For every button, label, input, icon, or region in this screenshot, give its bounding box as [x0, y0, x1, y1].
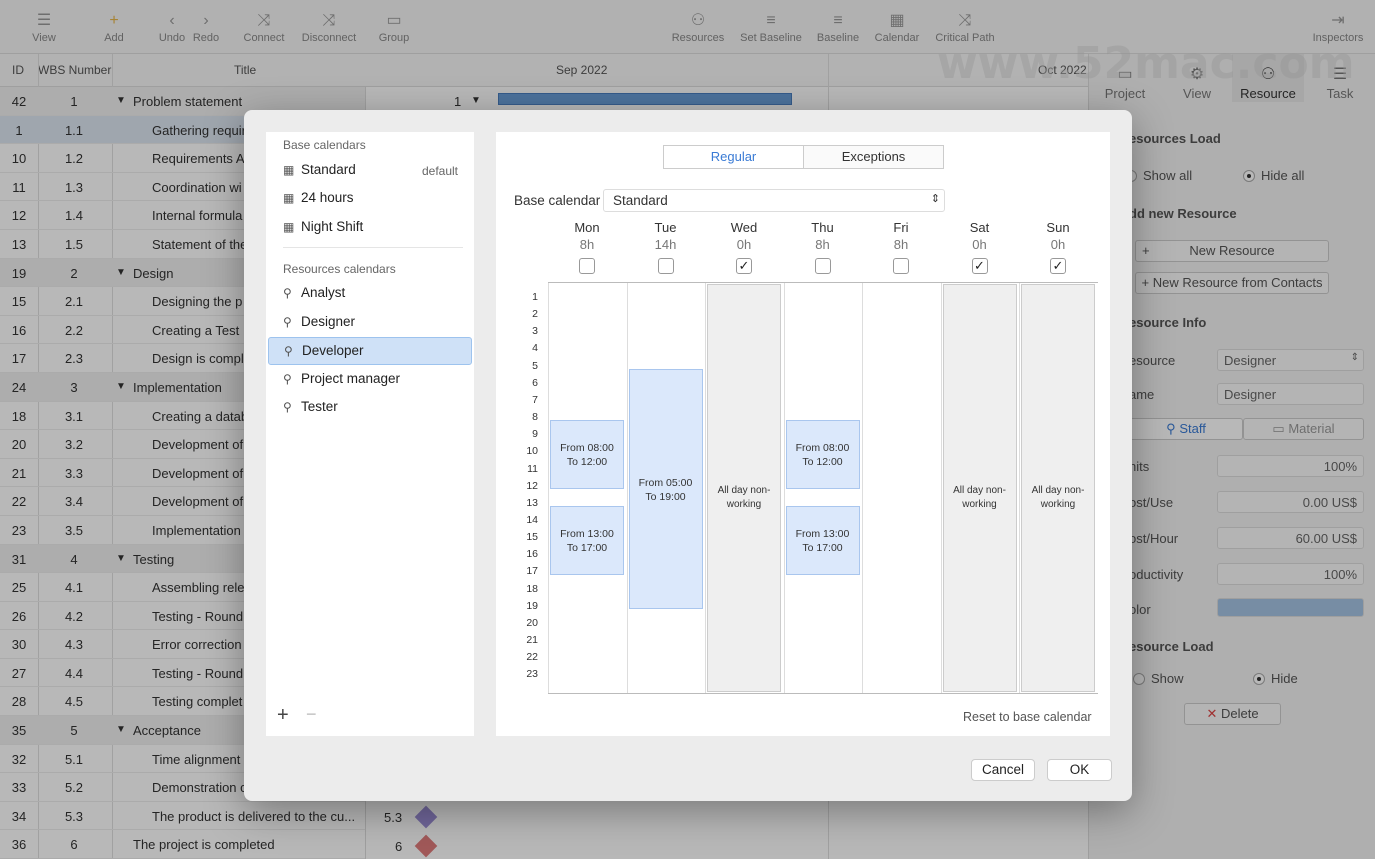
base-calendars-heading: Base calendars: [283, 138, 366, 152]
working-time-block[interactable]: From 05:00 To 19:00: [628, 368, 703, 609]
day-hours: 0h: [736, 237, 752, 252]
calendar-icon: ▦: [283, 220, 295, 234]
hour-label: 5: [532, 359, 538, 372]
hour-label: 7: [532, 393, 538, 406]
calendar-item-analyst[interactable]: ⚲ Analyst: [268, 280, 472, 308]
hour-label: 8: [532, 411, 538, 424]
working-time-block[interactable]: From 08:00 To 12:00: [785, 420, 860, 489]
calendar-icon: ▦: [283, 163, 295, 177]
hour-label: 19: [526, 599, 538, 612]
day-header-sat: Sat 0h: [941, 220, 1019, 252]
nonworking-checkbox[interactable]: ✓: [971, 258, 988, 274]
hour-label: 10: [526, 445, 538, 458]
calendar-item-night-shift[interactable]: ▦ Night Shift: [268, 214, 472, 242]
cancel-button[interactable]: Cancel: [971, 759, 1035, 781]
watermark: www.52mac.com: [937, 38, 1355, 89]
hour-label: 14: [526, 513, 538, 526]
hour-label: 9: [532, 428, 538, 441]
day-hours: 8h: [579, 237, 595, 252]
reset-to-base-calendar-button[interactable]: Reset to base calendar: [963, 710, 1092, 724]
day-hours: 8h: [893, 237, 909, 252]
day-header-fri: Fri 8h: [862, 220, 940, 252]
day-header-thu: Thu 8h: [784, 220, 862, 252]
nonworking-checkbox[interactable]: [814, 258, 831, 274]
hour-label: 16: [526, 548, 538, 561]
nonworking-day-block[interactable]: All day non-working: [1021, 284, 1095, 692]
nonworking-checkbox[interactable]: ✓: [1050, 258, 1066, 274]
hour-label: 15: [526, 531, 538, 544]
working-time-block[interactable]: From 13:00 To 17:00: [785, 505, 860, 575]
day-name: Sat: [969, 220, 990, 235]
calendar-item-standard[interactable]: ▦ Standard default: [268, 157, 472, 185]
resources-calendars-heading: Resources calendars: [283, 262, 396, 276]
hour-label: 22: [526, 651, 538, 664]
base-calendar-label: Base calendar: [514, 193, 601, 208]
nonworking-checkbox[interactable]: [893, 258, 909, 274]
nonworking-day-block[interactable]: All day non-working: [707, 284, 781, 692]
hour-label: 23: [526, 668, 538, 681]
hour-label: 6: [532, 376, 538, 389]
day-header-wed: Wed 0h: [705, 220, 783, 252]
day-column[interactable]: [862, 283, 941, 693]
hour-label: 20: [526, 616, 538, 629]
nonworking-checkbox[interactable]: [657, 258, 674, 274]
day-name: Sun: [1046, 220, 1070, 235]
hour-label: 3: [532, 325, 538, 338]
hour-label: 13: [526, 496, 538, 509]
calendar-item-developer[interactable]: ⚲ Developer: [268, 337, 472, 365]
person-icon: ⚲: [283, 315, 292, 329]
person-icon: ⚲: [283, 286, 292, 300]
working-time-block[interactable]: From 08:00 To 12:00: [550, 420, 624, 489]
calendar-list-panel: Base calendars ▦ Standard default ▦ 24 hour…: [266, 132, 474, 736]
hour-label: 1: [532, 291, 538, 303]
add-calendar-icon[interactable]: +: [277, 704, 289, 727]
hour-label: 17: [526, 565, 538, 578]
person-icon: ⚲: [283, 372, 292, 386]
nonworking-checkbox[interactable]: [579, 258, 595, 274]
week-grid: All day non-working All day non-working Al…: [548, 282, 1098, 694]
tab-exceptions[interactable]: Exceptions: [803, 145, 944, 169]
calendar-item-designer[interactable]: ⚲ Designer: [268, 309, 472, 337]
person-icon: ⚲: [284, 344, 293, 358]
day-header-mon: Mon 8h: [548, 220, 626, 252]
day-header-sun: Sun 0h: [1019, 220, 1097, 252]
person-icon: ⚲: [283, 400, 292, 414]
checkmark-icon: ✓: [974, 258, 985, 273]
hour-label: 18: [526, 582, 538, 595]
day-hours: 14h: [654, 237, 677, 252]
hour-label: 21: [526, 634, 538, 646]
hour-label: 12: [526, 479, 538, 492]
base-calendar-select[interactable]: Standard ⇕: [603, 189, 945, 212]
checkmark-icon: ✓: [738, 258, 750, 273]
calendar-item-24-hours[interactable]: ▦ 24 hours: [268, 185, 472, 213]
day-name: Wed: [730, 220, 758, 235]
hour-label: 2: [532, 308, 538, 321]
calendar-icon: ▦: [283, 191, 295, 205]
nonworking-day-block[interactable]: All day non-working: [942, 284, 1017, 692]
day-name: Mon: [574, 220, 600, 235]
ok-button[interactable]: OK: [1047, 759, 1112, 781]
checkmark-icon: ✓: [1052, 258, 1064, 273]
calendar-editor-panel: Regular Exceptions Base calendar Standar…: [496, 132, 1110, 736]
divider: [283, 247, 463, 248]
hour-label: 4: [532, 342, 538, 355]
day-hours: 0h: [1050, 237, 1066, 252]
day-hours: 0h: [972, 237, 987, 252]
remove-calendar-icon[interactable]: −: [306, 704, 317, 725]
day-name: Thu: [811, 220, 834, 235]
working-time-block[interactable]: From 13:00 To 17:00: [550, 505, 624, 575]
day-header-tue: Tue 14h: [627, 220, 705, 252]
day-name: Tue: [654, 220, 677, 235]
day-name: Fri: [893, 220, 909, 235]
tab-regular[interactable]: Regular: [663, 145, 804, 169]
calendar-item-project-manager[interactable]: ⚲ Project manager: [268, 366, 472, 394]
nonworking-checkbox[interactable]: ✓: [736, 258, 752, 274]
calendar-item-tester[interactable]: ⚲ Tester: [268, 394, 472, 422]
hour-label: 11: [527, 462, 538, 475]
stepper-icon: ⇕: [930, 193, 940, 205]
default-badge: default: [421, 164, 458, 178]
day-hours: 8h: [815, 237, 830, 252]
calendar-dialog: Base calendars ▦ Standard default ▦ 24 hour…: [244, 110, 1132, 801]
